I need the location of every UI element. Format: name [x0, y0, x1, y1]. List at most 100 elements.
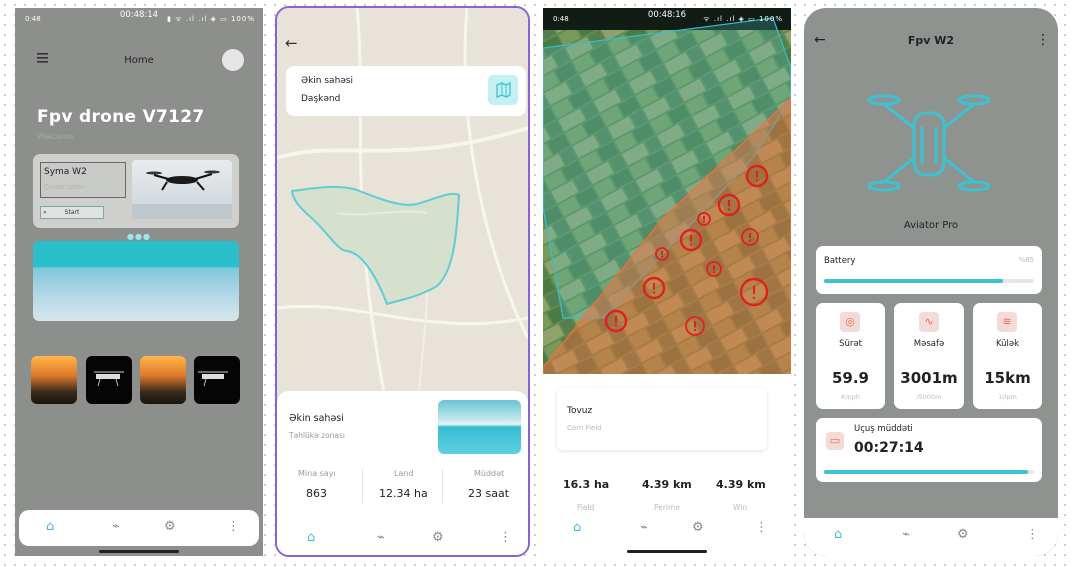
gallery-thumb[interactable] — [86, 356, 132, 404]
stat-label: Land — [394, 469, 414, 478]
promo-banner[interactable] — [33, 241, 239, 321]
battery-label: Battery — [824, 256, 856, 266]
map-button[interactable] — [488, 75, 518, 105]
status-icons: ▮ ᯤ .ıl .ıl ◈ ▭ 100% — [167, 15, 255, 23]
flight-time-label: Uçuş müddəti — [854, 424, 913, 434]
drone-info-box: Syma W2 Quadcopter — [40, 162, 126, 198]
more-vertical-icon[interactable]: ⋮ — [1026, 527, 1039, 542]
avatar[interactable] — [222, 49, 244, 71]
field-bottom-sheet: Əkin sahəsi Təhlükə zonası Mina sayı 863… — [277, 391, 528, 555]
activity-icon[interactable]: ⌁ — [902, 527, 910, 542]
drone-card[interactable]: Syma W2 Quadcopter » Start — [33, 154, 239, 228]
stat-label: Müddət — [474, 469, 505, 478]
drone-name: Syma W2 — [44, 167, 87, 177]
field-card-title: Tovuz — [567, 406, 593, 416]
more-vertical-icon[interactable]: ⋮ — [1036, 32, 1050, 48]
warning-icon[interactable] — [706, 261, 722, 277]
carousel-dots: ●●● — [127, 232, 151, 241]
warning-icon[interactable] — [685, 316, 705, 336]
bottom-nav: ⌂ ⌁ ⚙ ⋮ — [277, 521, 528, 555]
video-icon: ▭ — [826, 432, 844, 450]
stat-value: 12.34 ha — [379, 487, 428, 500]
home-icon[interactable]: ⌂ — [46, 519, 54, 534]
flight-time-card: ▭ Uçuş müddəti 00:27:14 — [816, 418, 1042, 482]
warning-icon[interactable] — [741, 228, 759, 246]
chevrons-right-icon: » — [43, 209, 47, 216]
gallery-thumb[interactable] — [140, 356, 186, 404]
warning-icon[interactable] — [655, 247, 669, 261]
metric-label: Məsafə — [913, 339, 945, 349]
warning-icon[interactable] — [679, 228, 703, 252]
flight-track — [824, 470, 1034, 474]
settings-icon[interactable]: ⚙ — [164, 519, 176, 534]
field-card[interactable]: Tovuz Corn Field — [557, 388, 767, 450]
field-info-card: Əkin sahəsi Daşkənd — [286, 66, 526, 116]
back-icon[interactable]: ← — [285, 34, 298, 52]
warning-icon[interactable] — [604, 309, 628, 333]
more-vertical-icon[interactable]: ⋮ — [499, 530, 512, 545]
activity-icon[interactable]: ⌁ — [112, 519, 120, 534]
more-vertical-icon[interactable]: ⋮ — [755, 520, 768, 535]
metric-card: ∿ Məsafə 3001m /5000m — [894, 303, 964, 409]
metric-card: ◎ Sürət 59.9 Kmph — [816, 303, 885, 409]
sheet-subtitle: Təhlükə zonası — [289, 431, 345, 440]
divider — [442, 469, 443, 503]
drone-image — [132, 160, 232, 219]
page-title: Fpv drone V7127 — [37, 107, 205, 127]
activity-icon[interactable]: ⌁ — [377, 530, 385, 545]
stat-value: 4.39 km — [642, 478, 692, 491]
metric-label: Külək — [995, 339, 1020, 349]
speedometer-icon: ◎ — [840, 312, 860, 332]
metric-unit: Kmph — [841, 393, 860, 401]
stat-value: 4.39 km — [716, 478, 766, 491]
stat-value: 16.3 ha — [563, 478, 610, 491]
bottom-nav: ⌂ ⌁ ⚙ ⋮ — [804, 518, 1058, 556]
stat-value: 23 saat — [468, 487, 510, 500]
battery-percent: %85 — [1018, 256, 1034, 264]
divider — [362, 469, 363, 503]
stat-label: Mina sayı — [298, 469, 336, 478]
home-indicator — [627, 550, 707, 553]
metric-value: 3001m — [900, 369, 958, 387]
settings-icon[interactable]: ⚙ — [957, 527, 969, 542]
metric-value: 59.9 — [831, 369, 869, 387]
battery-card: Battery %85 — [816, 246, 1042, 294]
metric-label: Sürət — [839, 339, 862, 349]
field-card-subtitle: Corn Field — [567, 424, 602, 432]
gallery-thumb[interactable] — [31, 356, 77, 404]
pulse-icon: ∿ — [919, 312, 939, 332]
gallery-thumb[interactable] — [194, 356, 240, 404]
map-icon — [496, 81, 511, 98]
screen-drone-detail: ← Fpv W2 ⋮ Aviator Pro Battery %85 ◎ Sür… — [804, 8, 1058, 556]
wind-icon: ≋ — [997, 312, 1017, 332]
drone-icon — [94, 371, 124, 387]
metric-unit: 10pm — [998, 393, 1017, 401]
page-subtitle: Welcome — [37, 132, 74, 141]
warning-icon[interactable] — [697, 212, 711, 226]
warning-icon[interactable] — [745, 164, 769, 188]
start-button[interactable]: » Start — [40, 206, 104, 219]
home-icon[interactable]: ⌂ — [573, 520, 581, 535]
warning-icon[interactable] — [739, 277, 769, 307]
home-icon[interactable]: ⌂ — [834, 527, 842, 542]
battery-fill — [824, 279, 1003, 283]
drone-icon — [198, 371, 228, 387]
mine-markers — [604, 164, 769, 336]
metric-card: ≋ Külək 15km 10pm — [973, 303, 1042, 409]
field-card-location: Daşkənd — [301, 94, 341, 104]
battery-track — [824, 279, 1034, 283]
home-icon[interactable]: ⌂ — [307, 530, 315, 545]
settings-icon[interactable]: ⚙ — [432, 530, 444, 545]
activity-icon[interactable]: ⌁ — [640, 520, 648, 535]
warning-icon[interactable] — [717, 193, 741, 217]
settings-icon[interactable]: ⚙ — [692, 520, 704, 535]
screen-danger-map: 0:48 00:48:16 ᯤ .ıl .ıl ◈ ▭ 100% Tovuz C… — [543, 8, 791, 556]
bottom-nav: ⌂ ⌁ ⚙ ⋮ — [547, 511, 787, 547]
status-bar: 0:48 00:48:14 ▮ ᯤ .ıl .ıl ◈ ▭ 100% — [15, 8, 263, 30]
more-vertical-icon[interactable]: ⋮ — [227, 519, 240, 534]
metric-value: 15km — [984, 369, 1031, 387]
warning-icon[interactable] — [642, 276, 666, 300]
sheet-title: Əkin sahəsi — [289, 413, 344, 424]
quadcopter-icon — [132, 170, 232, 219]
drone-outline-icon — [867, 94, 991, 192]
